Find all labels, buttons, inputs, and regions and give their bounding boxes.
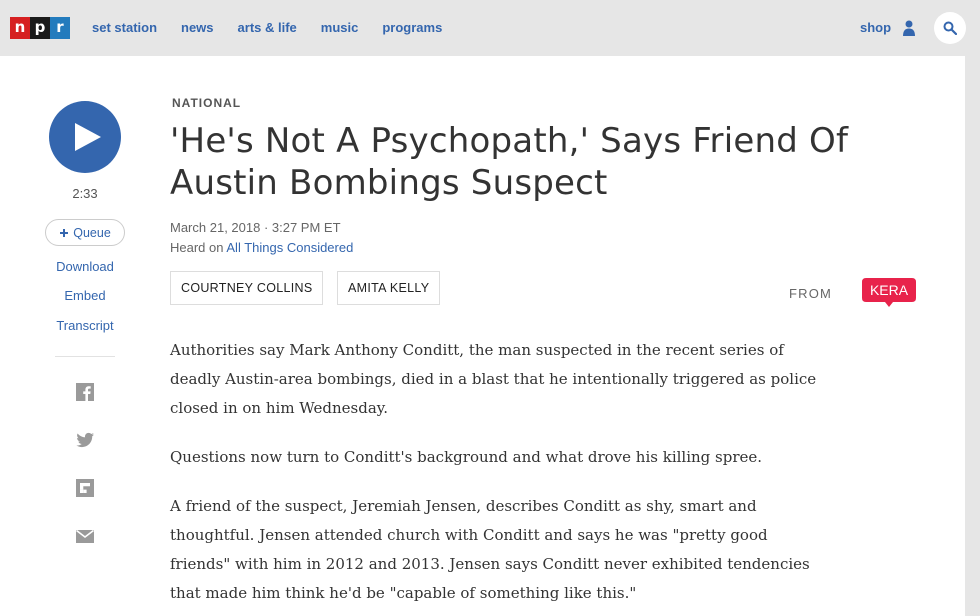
logo-letter-n: n	[10, 17, 30, 39]
npr-logo[interactable]: n p r	[10, 17, 70, 39]
section-label[interactable]: NATIONAL	[172, 96, 241, 110]
user-icon[interactable]	[902, 20, 916, 36]
nav-arts-life[interactable]: arts & life	[238, 20, 297, 35]
article-page: 2:33 Queue Download Embed Transcript NAT…	[0, 56, 965, 616]
email-icon[interactable]	[75, 526, 95, 546]
logo-letter-r: r	[50, 17, 70, 39]
audio-duration: 2:33	[72, 186, 98, 201]
rail-divider	[55, 356, 115, 357]
top-nav: n p r set station news arts & life music…	[0, 0, 980, 56]
search-icon	[943, 21, 957, 35]
embed-link[interactable]: Embed	[40, 288, 130, 303]
article-date: March 21, 2018 · 3:27 PM ET	[170, 220, 341, 235]
scrollbar-track[interactable]	[965, 56, 980, 616]
logo-letter-p: p	[30, 17, 50, 39]
nav-set-station[interactable]: set station	[92, 20, 157, 35]
download-link[interactable]: Download	[40, 259, 130, 274]
paragraph-2: Questions now turn to Conditt's backgrou…	[170, 448, 763, 466]
queue-label: Queue	[73, 225, 111, 240]
facebook-icon[interactable]	[75, 382, 95, 402]
nav-programs[interactable]: programs	[382, 20, 442, 35]
flipboard-icon[interactable]	[75, 478, 95, 498]
heard-on-prefix: Heard on	[170, 240, 224, 255]
byline-courtney-collins[interactable]: COURTNEY COLLINS	[170, 271, 324, 305]
from-label: FROM	[789, 286, 833, 301]
article-meta: March 21, 2018 · 3:27 PM ET Heard on All…	[170, 218, 353, 258]
play-icon	[75, 123, 101, 151]
kera-logo-text: KERA	[870, 282, 909, 298]
main-nav: set station news arts & life music progr…	[92, 20, 442, 35]
plus-icon	[60, 228, 69, 237]
article-title: 'He's Not A Psychopath,' Says Friend Of …	[170, 121, 849, 203]
nav-music[interactable]: music	[321, 20, 359, 35]
program-link[interactable]: All Things Considered	[226, 240, 353, 255]
twitter-icon[interactable]	[75, 430, 95, 450]
paragraph-1: Authorities say Mark Anthony Conditt, th…	[170, 341, 817, 417]
heard-on: Heard on All Things Considered	[170, 238, 353, 258]
kera-logo[interactable]: KERA	[862, 278, 916, 308]
transcript-link[interactable]: Transcript	[40, 318, 130, 333]
byline-amita-kelly[interactable]: AMITA KELLY	[337, 271, 441, 305]
article-body: Authorities say Mark Anthony Conditt, th…	[170, 336, 830, 616]
queue-button[interactable]: Queue	[45, 219, 125, 246]
search-button[interactable]	[934, 12, 966, 44]
nav-news[interactable]: news	[181, 20, 214, 35]
shop-link[interactable]: shop	[860, 20, 891, 35]
play-button[interactable]	[49, 101, 121, 173]
paragraph-3: A friend of the suspect, Jeremiah Jensen…	[170, 497, 810, 602]
